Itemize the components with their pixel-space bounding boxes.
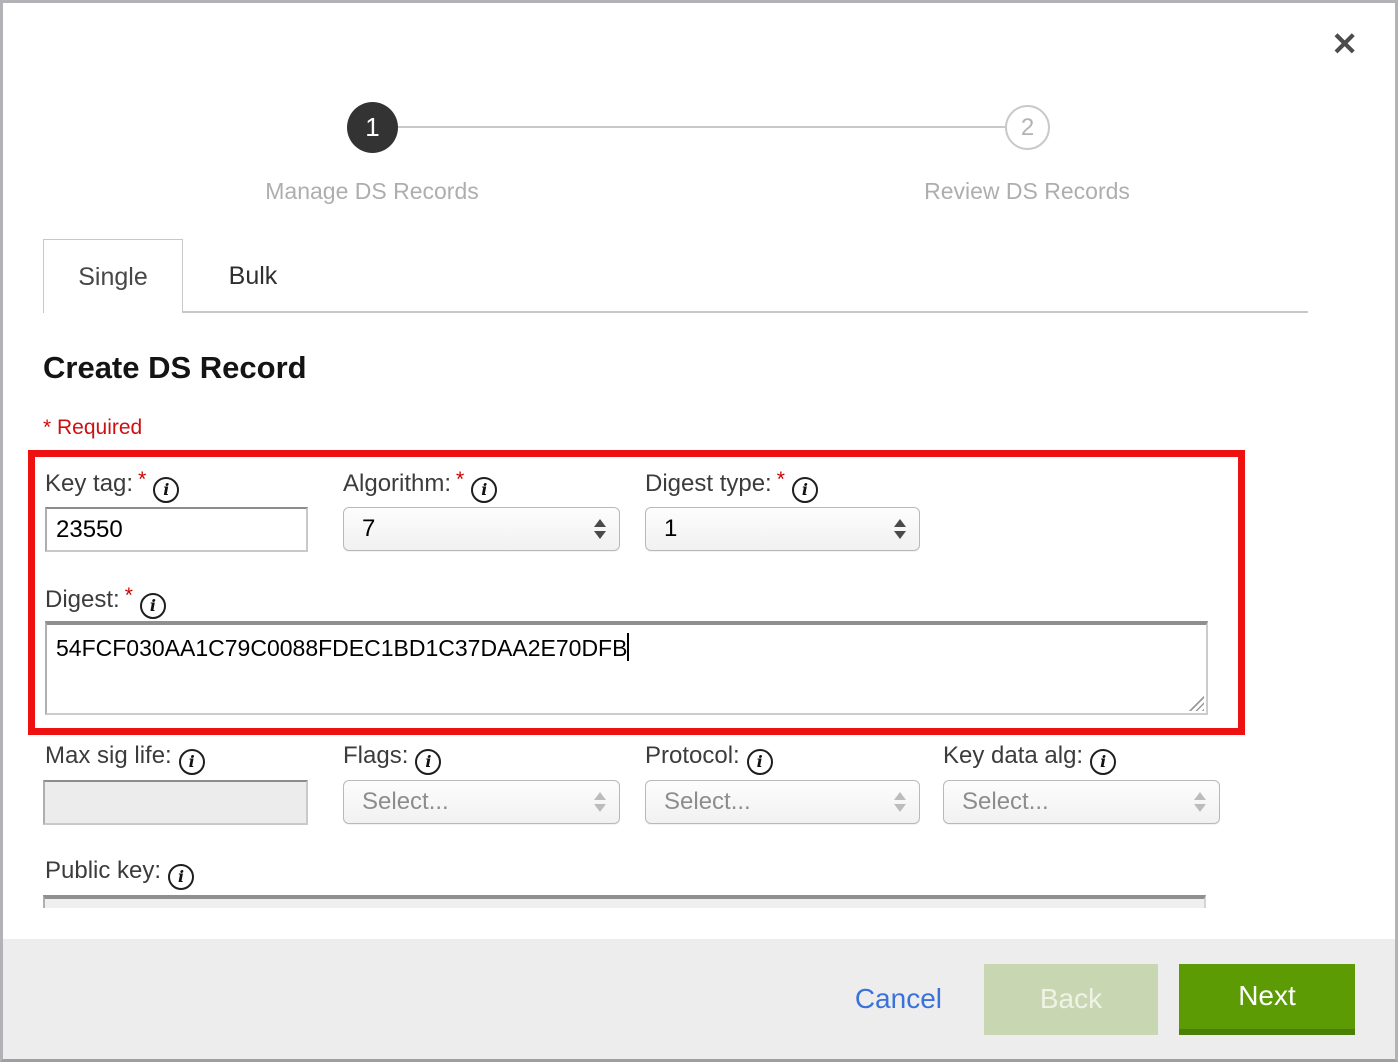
key-data-alg-label: Key data alg: i	[943, 742, 1116, 772]
flags-info-icon[interactable]: i	[415, 749, 441, 775]
public-key-label-text: Public key:	[45, 857, 161, 884]
public-key-info-icon[interactable]: i	[168, 864, 194, 890]
algorithm-label-text: Algorithm:	[343, 470, 451, 497]
flags-label: Flags: i	[343, 742, 441, 772]
digest-textarea[interactable]: 54FCF030AA1C79C0088FDEC1BD1C37DAA2E70DFB	[45, 621, 1208, 715]
step-1-label: Manage DS Records	[265, 178, 479, 205]
next-button[interactable]: Next	[1179, 964, 1355, 1035]
key-data-alg-select[interactable]: Select...	[943, 780, 1220, 824]
public-key-label: Public key: i	[45, 857, 194, 887]
digest-type-label-text: Digest type:	[645, 470, 772, 497]
max-sig-life-input[interactable]	[43, 780, 308, 825]
max-sig-life-label-text: Max sig life:	[45, 742, 172, 769]
select-arrows-icon	[894, 519, 906, 539]
protocol-label: Protocol: i	[645, 742, 773, 772]
digest-info-icon[interactable]: i	[140, 593, 166, 619]
max-sig-life-info-icon[interactable]: i	[179, 749, 205, 775]
tab-bulk[interactable]: Bulk	[183, 239, 323, 313]
algorithm-select[interactable]: 7	[343, 507, 620, 551]
key-tag-value: 23550	[56, 516, 123, 544]
key-tag-info-icon[interactable]: i	[153, 477, 179, 503]
select-arrows-icon	[894, 792, 906, 812]
select-arrows-icon	[594, 519, 606, 539]
digest-type-info-icon[interactable]: i	[792, 477, 818, 503]
digest-type-selected-value: 1	[646, 508, 919, 550]
algorithm-required-asterisk: *	[456, 468, 464, 491]
digest-type-required-asterisk: *	[777, 468, 785, 491]
digest-label-text: Digest:	[45, 586, 120, 613]
select-arrows-icon	[594, 792, 606, 812]
digest-value: 54FCF030AA1C79C0088FDEC1BD1C37DAA2E70DFB	[56, 635, 627, 661]
protocol-select[interactable]: Select...	[645, 780, 920, 824]
protocol-label-text: Protocol:	[645, 742, 740, 769]
step-1-indicator: 1	[347, 102, 398, 153]
step-2-indicator: 2	[1005, 105, 1050, 150]
close-icon[interactable]: ✕	[1331, 28, 1358, 60]
select-arrows-icon	[1194, 792, 1206, 812]
protocol-info-icon[interactable]: i	[747, 749, 773, 775]
flags-selected-value: Select...	[344, 781, 619, 823]
key-tag-label: Key tag:*i	[45, 468, 179, 498]
stepper-connector-line	[372, 126, 1028, 128]
key-tag-input[interactable]: 23550	[45, 507, 308, 552]
flags-select[interactable]: Select...	[343, 780, 620, 824]
digest-required-asterisk: *	[125, 584, 133, 607]
algorithm-selected-value: 7	[344, 508, 619, 550]
algorithm-info-icon[interactable]: i	[471, 477, 497, 503]
required-note: * Required	[43, 416, 142, 440]
dialog-footer: Cancel Back Next	[3, 939, 1395, 1059]
resize-handle[interactable]	[1188, 695, 1204, 711]
key-data-alg-selected-value: Select...	[944, 781, 1219, 823]
digest-type-label: Digest type:*i	[645, 468, 818, 498]
public-key-textarea[interactable]	[43, 895, 1206, 908]
tab-divider-line	[183, 311, 1308, 313]
key-data-alg-info-icon[interactable]: i	[1090, 749, 1116, 775]
back-button[interactable]: Back	[984, 964, 1158, 1035]
text-cursor	[627, 633, 629, 661]
max-sig-life-label: Max sig life: i	[45, 742, 205, 772]
digest-label: Digest:*i	[45, 584, 166, 614]
cancel-button[interactable]: Cancel	[855, 983, 942, 1015]
algorithm-label: Algorithm:*i	[343, 468, 497, 498]
key-data-alg-label-text: Key data alg:	[943, 742, 1083, 769]
key-tag-required-asterisk: *	[138, 468, 146, 491]
digest-type-select[interactable]: 1	[645, 507, 920, 551]
key-tag-label-text: Key tag:	[45, 470, 133, 497]
step-2-label: Review DS Records	[924, 178, 1130, 205]
tab-single[interactable]: Single	[43, 239, 183, 313]
page-title: Create DS Record	[43, 350, 307, 386]
flags-label-text: Flags:	[343, 742, 408, 769]
protocol-selected-value: Select...	[646, 781, 919, 823]
